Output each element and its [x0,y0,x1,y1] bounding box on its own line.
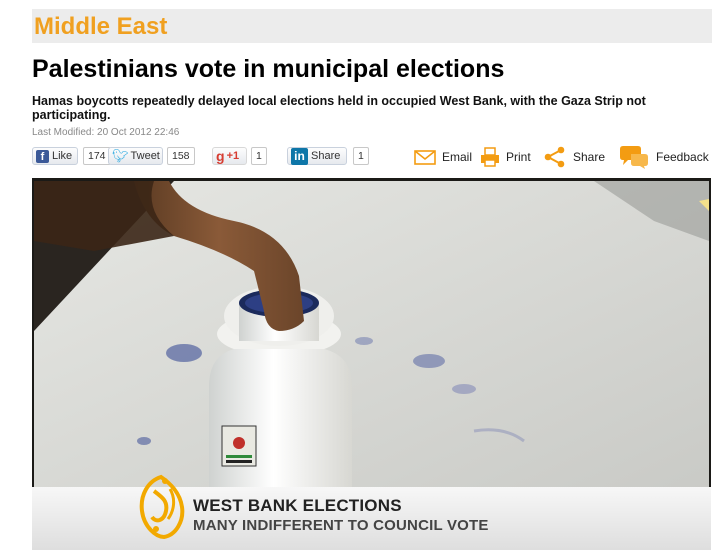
video-player[interactable]: WEST BANK ELECTIONS MANY INDIFFERENT TO … [32,178,711,550]
linkedin-icon: in [291,147,308,165]
google-plus-one-count: 1 [251,147,267,165]
linkedin-share-count: 1 [353,147,369,165]
twitter-bird-icon: 🐦︎ [112,148,129,163]
share-link[interactable]: Share [543,146,605,168]
tweet-button[interactable]: 🐦︎ Tweet [108,147,163,165]
printer-icon [481,147,499,167]
tweet-label: Tweet [130,150,160,162]
last-modified-timestamp: Last Modified: 20 Oct 2012 22:46 [32,127,180,138]
lower-third-title: WEST BANK ELECTIONS [193,496,402,515]
facebook-icon: f [36,149,49,163]
feedback-link[interactable]: Feedback [618,146,709,169]
linkedin-share-button[interactable]: in Share [287,147,347,165]
google-icon: g [216,148,225,164]
news-lower-third: WEST BANK ELECTIONS MANY INDIFFERENT TO … [32,474,711,550]
tweet-count: 158 [167,147,195,165]
facebook-like-count: 174 [83,147,111,165]
feedback-label: Feedback [656,150,709,164]
linkedin-share-label: Share [311,150,341,162]
facebook-like-label: Like [52,150,73,162]
section-title[interactable]: Middle East [34,13,167,41]
google-plus-one-label: +1 [226,150,240,162]
section-header: Middle East [32,9,712,43]
print-link[interactable]: Print [480,146,531,168]
share-label: Share [573,150,606,164]
envelope-icon [414,150,436,165]
video-still-image [34,181,709,495]
print-label: Print [506,150,531,164]
lower-third-subtitle: MANY INDIFFERENT TO COUNCIL VOTE [193,517,489,534]
speech-bubbles-icon [620,146,648,169]
al-jazeera-logo-icon [139,474,185,540]
video-frame[interactable] [34,181,709,495]
email-link[interactable]: Email [414,146,472,168]
google-plus-one-button[interactable]: g +1 [212,147,247,165]
article-subhead: Hamas boycotts repeatedly delayed local … [32,94,646,122]
share-icon [544,146,565,168]
share-toolbar: f Like 174 🐦︎ Tweet 158 g +1 1 in Share … [32,146,712,169]
email-label: Email [442,150,473,164]
article-headline: Palestinians vote in municipal elections [32,55,505,83]
facebook-like-button[interactable]: f Like [32,147,78,165]
